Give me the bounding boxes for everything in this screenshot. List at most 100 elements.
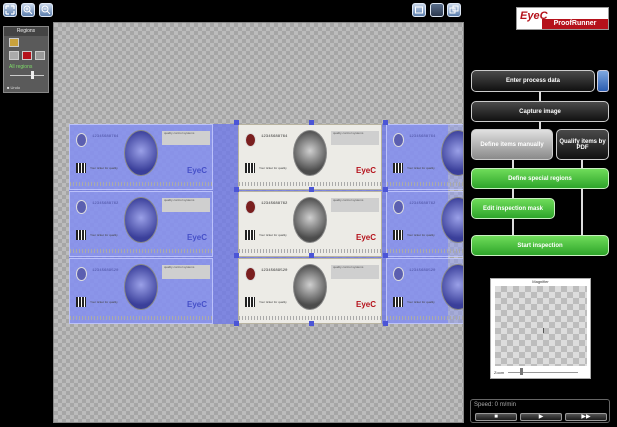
- ticket-barcode-icon: [393, 230, 403, 240]
- ticket-brand: EyeC: [355, 300, 376, 309]
- magnifier-title: Magnifier: [532, 279, 549, 284]
- image-canvas[interactable]: 12345688764 quality control systems Your t…: [53, 22, 464, 423]
- ticket-seal-icon: [245, 200, 256, 214]
- ticket-seal-icon: [393, 267, 404, 281]
- ticket-seal-icon: [76, 267, 87, 281]
- ticket-microtext: [239, 182, 381, 186]
- zoom-label: Zoom: [494, 370, 505, 375]
- workflow-connector: [512, 189, 514, 198]
- ticket-portrait: [124, 264, 158, 310]
- workflow-connector: [512, 160, 514, 168]
- ticket-brand: EyeC: [355, 166, 376, 175]
- selection-handle[interactable]: [383, 321, 388, 326]
- ticket-portrait: [441, 197, 463, 243]
- selection-handle[interactable]: [234, 120, 239, 125]
- workflow-connector: [581, 189, 583, 235]
- region-slider-knob[interactable]: [31, 71, 34, 79]
- all-regions-label[interactable]: All regions: [9, 64, 32, 70]
- panel-icon[interactable]: [430, 3, 444, 17]
- speed-label: Speed: 0 m/min: [474, 402, 517, 408]
- selection-handle[interactable]: [234, 253, 239, 258]
- selection-handle[interactable]: [383, 187, 388, 192]
- ticket-image[interactable]: 12345688764quality control systemsYour t…: [238, 124, 382, 190]
- window-icon[interactable]: [412, 3, 426, 17]
- ticket-image[interactable]: 12345688762quality control systemsYour t…: [238, 191, 382, 257]
- ticket-number: 12345689520: [92, 269, 119, 273]
- zoom-slider-track[interactable]: [508, 372, 578, 373]
- selection-handle[interactable]: [309, 253, 314, 258]
- product-name: ProofRunner: [542, 19, 608, 29]
- edit-inspection-mask-button[interactable]: Edit inspection mask: [471, 198, 555, 219]
- ticket-microtext: [70, 316, 212, 320]
- workflow-connector: [539, 92, 541, 101]
- app-window: Regions All regions ■ Undo 12345688764 qu…: [0, 0, 617, 427]
- selection-handle[interactable]: [383, 253, 388, 258]
- region-table-icon[interactable]: [35, 51, 45, 60]
- speed-panel: Speed: 0 m/min ■ ▶ ▶▶: [470, 399, 610, 423]
- ticket-image[interactable]: 12345689520quality control systemsYour t…: [69, 258, 213, 324]
- ticket-fine-print: Your ticket for quality: [90, 233, 118, 237]
- fit-view-icon[interactable]: [3, 3, 17, 17]
- selection-handle[interactable]: [309, 120, 314, 125]
- selection-handle[interactable]: [309, 321, 314, 326]
- ticket-brand: EyeC: [186, 233, 207, 242]
- ticket-barcode-icon: [393, 163, 403, 173]
- ticket-barcode-icon: [245, 297, 255, 307]
- ticket-quality-text: quality control systems: [331, 265, 379, 279]
- region-grid-icon[interactable]: [9, 51, 19, 60]
- ticket-barcode-icon: [245, 230, 255, 240]
- ticket-number: 12345688764: [409, 135, 436, 139]
- ticket-number: 12345689520: [409, 269, 436, 273]
- ticket-image[interactable]: 12345688762quality control systemsYour t…: [386, 191, 463, 257]
- ticket-image[interactable]: 12345689520quality control systemsYour t…: [386, 258, 463, 324]
- capture-image-button[interactable]: Capture image: [471, 101, 609, 122]
- ticket-image[interactable]: 12345688762 quality control systems Your t…: [69, 191, 213, 257]
- region-tool-icon[interactable]: [9, 38, 19, 47]
- define-special-regions-button[interactable]: Define special regions: [471, 168, 609, 189]
- magnifier-crosshair: [543, 328, 544, 333]
- ticket-number: 12345689520: [261, 269, 288, 273]
- ticket-quality-text: quality control systems: [331, 198, 379, 212]
- ticket-fine-print: Your ticket for quality: [90, 166, 118, 170]
- ticket-number: 12345688762: [261, 202, 288, 206]
- ticket-portrait: [293, 264, 327, 310]
- selection-handle[interactable]: [383, 120, 388, 125]
- enter-process-data-button[interactable]: Enter process data: [471, 70, 595, 92]
- region-mark-icon[interactable]: [22, 51, 32, 60]
- selection-handle[interactable]: [309, 187, 314, 192]
- ticket-fine-print: Your ticket for quality: [407, 300, 435, 304]
- zoom-in-icon[interactable]: [21, 3, 35, 17]
- start-inspection-button[interactable]: Start inspection: [471, 235, 609, 256]
- ticket-image[interactable]: 12345689520 quality control systems Your t…: [238, 258, 382, 324]
- ticket-barcode-icon: [393, 297, 403, 307]
- magnifier-view: [495, 286, 587, 366]
- zoom-slider-knob[interactable]: [520, 368, 523, 375]
- ticket-microtext: [387, 249, 463, 253]
- fast-forward-button[interactable]: ▶▶: [565, 413, 607, 421]
- expand-icon[interactable]: [447, 3, 461, 17]
- ticket-number: 12345688764: [261, 135, 288, 139]
- undo-label: Undo: [10, 85, 21, 90]
- selection-handle[interactable]: [234, 187, 239, 192]
- ticket-fine-print: Your ticket for quality: [259, 300, 287, 304]
- magnifier-panel: Magnifier Zoom: [490, 278, 591, 379]
- ticket-seal-icon: [76, 200, 87, 214]
- undo-checkbox[interactable]: ■ Undo: [7, 85, 20, 90]
- ticket-image[interactable]: 12345688764quality control systemsYour t…: [386, 124, 463, 190]
- ticket-brand: EyeC: [186, 300, 207, 309]
- ticket-portrait: [124, 130, 158, 176]
- zoom-out-icon[interactable]: [39, 3, 53, 17]
- workflow-connector: [512, 219, 514, 235]
- process-data-info-icon[interactable]: [597, 70, 609, 92]
- ticket-seal-icon: [245, 133, 256, 147]
- ticket-image[interactable]: 12345688764quality control systemsYour t…: [69, 124, 213, 190]
- define-items-manually-button[interactable]: Define items manually: [471, 129, 553, 160]
- play-button[interactable]: ▶: [520, 413, 562, 421]
- ticket-number: 12345688762: [92, 202, 119, 206]
- ticket-portrait: [124, 197, 158, 243]
- qualify-items-by-pdf-button[interactable]: Qualify items by PDF: [556, 129, 609, 160]
- selection-handle[interactable]: [234, 321, 239, 326]
- stop-button[interactable]: ■: [475, 413, 517, 421]
- ticket-quality-text: quality control systems: [162, 198, 210, 212]
- ticket-quality-text: quality control systems: [162, 265, 210, 279]
